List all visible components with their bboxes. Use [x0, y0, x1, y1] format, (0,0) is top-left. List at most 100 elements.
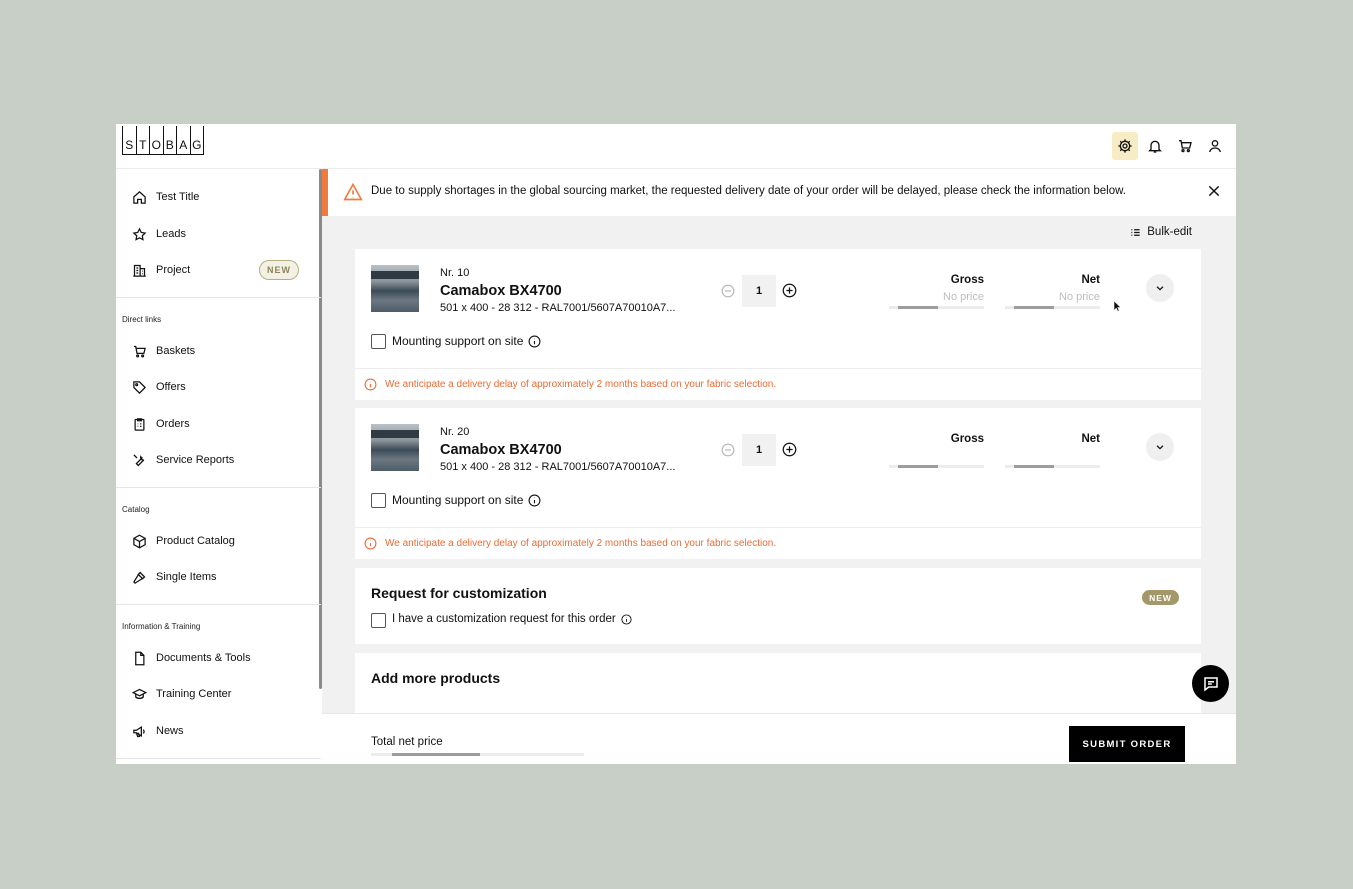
info-icon[interactable] — [528, 494, 541, 507]
bell-icon — [1148, 140, 1162, 153]
info-icon[interactable] — [528, 335, 541, 348]
sidebar-item-training-center[interactable]: Training Center — [132, 682, 231, 706]
new-badge: NEW — [259, 260, 299, 280]
stobag-logo[interactable]: S T O B A G — [122, 126, 204, 155]
sidebar-item-label: News — [156, 725, 184, 737]
sidebar-item-single-items[interactable]: Single Items — [132, 565, 217, 589]
cart-icon — [133, 345, 146, 357]
delay-notice: We anticipate a delivery delay of approx… — [364, 537, 776, 550]
sidebar-item-offers[interactable]: Offers — [132, 375, 186, 399]
order-footer: Total net price SUBMIT ORDER — [322, 713, 1236, 764]
customization-request-label: I have a customization request for this … — [392, 613, 632, 625]
mounting-support-text: Mounting support on site — [392, 493, 524, 507]
sidebar-item-baskets[interactable]: Baskets — [132, 339, 195, 363]
chevron-down-icon — [1156, 286, 1164, 291]
line-item-card: Nr. 10 Camabox BX4700 501 x 400 - 28 312… — [355, 249, 1201, 400]
user-icon — [1209, 140, 1221, 153]
sidebar-item-label: Documents & Tools — [156, 652, 251, 664]
cart-button[interactable] — [1172, 132, 1198, 160]
gross-label: Gross — [950, 274, 984, 286]
sidebar-item-service-reports[interactable]: Service Reports — [132, 448, 234, 472]
item-number: Nr. 20 — [440, 426, 470, 438]
warning-icon — [343, 182, 363, 201]
expand-item-button[interactable] — [1146, 274, 1174, 302]
clipboard-icon — [134, 417, 145, 431]
bulk-edit-button[interactable]: Bulk-edit — [1130, 226, 1192, 238]
item-number: Nr. 10 — [440, 267, 470, 279]
logo-letter: S — [123, 126, 137, 154]
sidebar-item-orders[interactable]: Orders — [132, 412, 190, 436]
sidebar: Test Title Leads Project NEW Direct link… — [116, 169, 322, 764]
section-heading-direct-links: Direct links — [122, 315, 162, 324]
info-icon — [364, 378, 377, 391]
chat-button[interactable] — [1192, 665, 1229, 702]
cart-icon — [1179, 140, 1192, 153]
wrench-icon — [133, 453, 145, 466]
logo-letter: B — [164, 126, 177, 154]
megaphone-icon — [133, 725, 145, 737]
total-loading-bar — [371, 753, 584, 756]
tag-icon — [133, 380, 147, 394]
sidebar-item-product-catalog[interactable]: Product Catalog — [132, 529, 235, 553]
sidebar-item-label: Test Title — [156, 191, 200, 203]
quantity-input[interactable]: 1 — [742, 275, 776, 307]
supply-alert-banner: Due to supply shortages in the global so… — [322, 169, 1236, 216]
sidebar-item-test-title[interactable]: Test Title — [132, 185, 199, 209]
sidebar-item-label: Service Reports — [156, 454, 235, 466]
sidebar-item-project[interactable]: Project — [132, 258, 190, 282]
top-bar: S T O B A G — [116, 124, 1236, 169]
expand-item-button[interactable] — [1146, 433, 1174, 461]
net-value: No price — [1059, 291, 1100, 303]
bulk-edit-label: Bulk-edit — [1147, 226, 1192, 238]
product-thumbnail — [371, 424, 419, 471]
home-icon — [133, 190, 146, 204]
sidebar-item-label: Orders — [156, 418, 190, 430]
sidebar-item-news[interactable]: News — [132, 719, 184, 743]
quantity-input[interactable]: 1 — [742, 434, 776, 466]
net-label: Net — [1081, 274, 1100, 286]
sidebar-item-label: Training Center — [156, 688, 232, 700]
chevron-down-icon — [1156, 445, 1164, 450]
sidebar-item-label: Product Catalog — [156, 535, 235, 547]
mounting-support-checkbox[interactable] — [371, 334, 386, 349]
mounting-support-text: Mounting support on site — [392, 334, 524, 348]
logo-letter: G — [192, 138, 202, 152]
account-button[interactable] — [1202, 132, 1228, 160]
close-icon[interactable] — [1207, 184, 1221, 198]
top-icons — [1112, 132, 1228, 160]
decrease-quantity-button[interactable] — [721, 284, 735, 298]
settings-button[interactable] — [1112, 132, 1138, 160]
star-icon — [132, 226, 147, 241]
card-separator — [355, 527, 1201, 528]
info-icon[interactable] — [621, 613, 632, 625]
mounting-support-checkbox[interactable] — [371, 493, 386, 508]
graduation-cap-icon — [132, 688, 147, 699]
customization-card: Request for customization NEW I have a c… — [355, 568, 1201, 644]
customization-request-checkbox[interactable] — [371, 613, 386, 628]
sidebar-divider — [116, 297, 321, 298]
mounting-support-label: Mounting support on site — [392, 493, 541, 507]
sidebar-item-documents-tools[interactable]: Documents & Tools — [132, 646, 251, 670]
increase-quantity-button[interactable] — [782, 442, 797, 457]
notifications-button[interactable] — [1142, 132, 1168, 160]
section-heading-information-training: Information & Training — [122, 622, 201, 631]
product-name: Camabox BX4700 — [440, 442, 562, 458]
delay-notice: We anticipate a delivery delay of approx… — [364, 378, 776, 391]
delay-text: We anticipate a delivery delay of approx… — [385, 379, 777, 390]
decrease-quantity-button[interactable] — [721, 443, 735, 457]
sidebar-item-label: Project — [156, 264, 191, 276]
app-window: S T O B A G Test Title Leads Project NEW… — [116, 124, 1236, 764]
product-description: 501 x 400 - 28 312 - RAL7001/5607A70010A… — [440, 302, 676, 314]
line-item-card: Nr. 20 Camabox BX4700 501 x 400 - 28 312… — [355, 408, 1201, 559]
product-description: 501 x 400 - 28 312 - RAL7001/5607A70010A… — [440, 461, 676, 473]
chat-icon — [1203, 676, 1218, 692]
sidebar-divider — [116, 758, 321, 759]
delay-text: We anticipate a delivery delay of approx… — [385, 538, 777, 549]
increase-quantity-button[interactable] — [782, 283, 797, 298]
logo-letter: T — [137, 126, 150, 154]
submit-order-button[interactable]: SUBMIT ORDER — [1069, 726, 1185, 762]
gross-loading-bar — [889, 465, 984, 468]
net-loading-bar — [1005, 465, 1100, 468]
new-badge: NEW — [1142, 590, 1179, 605]
sidebar-item-leads[interactable]: Leads — [132, 222, 186, 246]
